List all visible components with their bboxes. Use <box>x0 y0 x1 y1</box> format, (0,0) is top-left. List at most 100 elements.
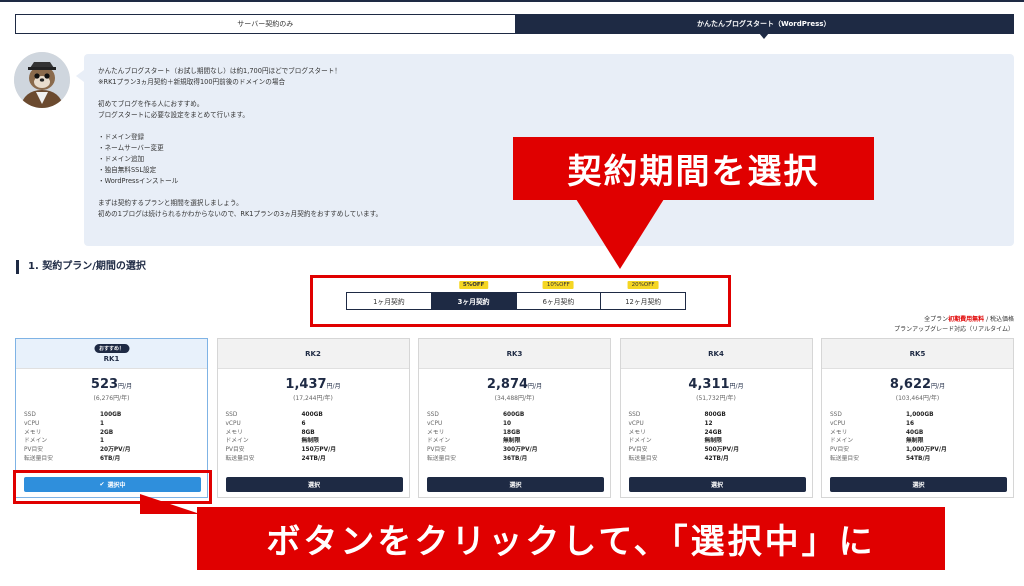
plan-name: RK4 <box>708 349 724 358</box>
price-value: 1,437 <box>285 377 327 392</box>
select-button-rk3[interactable]: 選択 <box>427 477 604 492</box>
plan-specs: SSD 100GB vCPU 1 メモリ 2GB ドメイン 1 PV目安 20万PV/月 … <box>24 411 207 464</box>
spec-value: 無制限 <box>906 438 924 445</box>
spec-label: SSD <box>24 412 36 418</box>
price-value: 8,622 <box>889 377 932 392</box>
spec-label: SSD <box>830 412 842 418</box>
plan-yearly-price: (103,464円/年) <box>895 395 940 402</box>
spec-value: 6TB/月 <box>100 455 121 462</box>
annotation-arrow-down <box>576 199 664 269</box>
spec-value: 100GB <box>100 412 122 418</box>
select-button-rk4[interactable]: 選択 <box>628 477 806 492</box>
plan-price: 523円/月 <box>16 377 207 392</box>
plan-specs: SSD 400GB vCPU 6 メモリ 8GB ドメイン 無制限 PV目安 150万PV… <box>226 411 409 464</box>
plan-yearly-price: (34,488円/年) <box>494 395 535 402</box>
spec-value: 500万PV/月 <box>704 447 740 454</box>
plan-card-header: RK3 <box>419 339 610 369</box>
section-title: 1. 契約プラン/期間の選択 <box>16 260 146 274</box>
tab-server-only[interactable]: サーバー契約のみ <box>16 15 515 33</box>
price-unit: 円/月 <box>118 383 133 390</box>
info-line: ブログスタートに必要な設定をまとめて行います。 <box>98 111 249 119</box>
plan-yearly-price: (6,276円/年) <box>93 395 130 402</box>
price-unit: 円/月 <box>729 383 744 390</box>
plan-yearly-price: (51,732円/年) <box>696 395 736 402</box>
spec-label: ドメイン <box>225 438 249 445</box>
spec-value: 18GB <box>503 429 521 436</box>
spec-label: 転送量目安 <box>830 455 859 462</box>
spec-label: メモリ <box>830 429 848 436</box>
spec-label: ドメイン <box>427 438 451 445</box>
plan-card-header: おすすめ！ RK1 <box>16 339 207 369</box>
notes-highlight: 初期費用無料 <box>948 316 985 323</box>
spec-value: 12 <box>704 420 713 427</box>
spec-label: SSD <box>427 412 439 418</box>
spec-value: 150万PV/月 <box>301 447 337 454</box>
plan-card-header: RK4 <box>620 339 812 369</box>
info-line: 初めの1ブログは続けられるかわからないので、RK1プランの3ヵ月契約をおすすめし… <box>98 210 383 218</box>
spec-label: 転送量目安 <box>24 455 53 462</box>
spec-label: vCPU <box>225 420 241 427</box>
annotation-select-period: 契約期間を選択 <box>513 137 874 200</box>
spec-label: 転送量目安 <box>427 455 456 462</box>
plan-card-rk4: RK4 4,311円/月 (51,732円/年) SSD 800GB vCPU 12… <box>619 338 813 498</box>
plan-card-header: RK5 <box>822 339 1013 369</box>
spec-value: 無制限 <box>301 438 319 445</box>
plan-price: 8,622円/月 <box>822 377 1013 392</box>
mode-tabs: サーバー契約のみ かんたんブログスタート（WordPress） <box>15 14 1014 39</box>
spec-label: PV目安 <box>427 447 447 454</box>
spec-value: 無制限 <box>704 438 722 445</box>
select-button-label: 選択 <box>509 482 522 489</box>
spec-value: 40GB <box>906 429 924 436</box>
spec-value: 無制限 <box>503 438 521 445</box>
info-line: 初めてブログを作る人におすすめ。 <box>98 100 204 108</box>
tab-blog-start[interactable]: かんたんブログスタート（WordPress） <box>514 15 1013 39</box>
spec-value: 800GB <box>704 412 726 418</box>
select-button-label: 選択 <box>710 482 723 489</box>
plan-card-header: RK2 <box>217 339 409 369</box>
select-button-label: 選択 <box>912 482 925 489</box>
spec-value: 36TB/月 <box>503 455 528 462</box>
price-value: 523 <box>90 377 119 392</box>
price-unit: 円/月 <box>326 383 341 390</box>
spec-value: 1,000GB <box>906 412 934 418</box>
spec-label: SSD <box>628 412 641 418</box>
annotation-arrow-pointer <box>140 494 200 514</box>
spec-value: 10 <box>503 420 512 427</box>
spec-label: 転送量目安 <box>225 455 255 462</box>
price-value: 4,311 <box>688 377 730 392</box>
plan-name: RK1 <box>103 354 120 363</box>
spec-value: 1 <box>100 438 105 445</box>
recommended-badge: おすすめ！ <box>93 344 130 353</box>
spec-value: 54TB/月 <box>906 455 931 462</box>
spec-value: 1,000万PV/月 <box>906 447 947 454</box>
select-button-label: 選択 <box>307 482 320 489</box>
spec-label: PV目安 <box>24 447 44 454</box>
spec-label: vCPU <box>628 420 644 427</box>
select-button-rk5[interactable]: 選択 <box>830 477 1007 492</box>
avatar <box>14 52 70 108</box>
spec-label: 転送量目安 <box>628 455 658 462</box>
plan-specs: SSD 1,000GB vCPU 16 メモリ 40GB ドメイン 無制限 PV目安 1,… <box>830 411 1013 464</box>
period-tabs-highlight-frame <box>310 275 731 327</box>
spec-value: 24GB <box>704 429 722 436</box>
spec-label: ドメイン <box>830 438 854 445</box>
spec-value: 42TB/月 <box>704 455 729 462</box>
select-button-rk2[interactable]: 選択 <box>225 477 403 492</box>
notes-prefix: 全プラン <box>924 316 949 323</box>
spec-value: 2GB <box>100 429 114 436</box>
plan-card-rk5: RK5 8,622円/月 (103,464円/年) SSD 1,000GB vCP… <box>821 338 1014 498</box>
plan-specs: SSD 600GB vCPU 10 メモリ 18GB ドメイン 無制限 PV目安 300万… <box>427 411 610 464</box>
spec-label: ドメイン <box>628 438 652 445</box>
plan-specs: SSD 800GB vCPU 12 メモリ 24GB ドメイン 無制限 PV目安 500万… <box>629 411 812 464</box>
spec-value: 1 <box>100 420 105 427</box>
plan-yearly-price: (17,244円/年) <box>293 395 333 402</box>
price-unit: 円/月 <box>528 383 543 390</box>
spec-label: PV目安 <box>628 447 648 454</box>
spec-label: ドメイン <box>24 438 48 445</box>
plan-card-rk2: RK2 1,437円/月 (17,244円/年) SSD 400GB vCPU 6 … <box>216 338 410 498</box>
spec-value: 8GB <box>301 429 315 436</box>
plan-price: 4,311円/月 <box>621 377 812 392</box>
plan-name: RK3 <box>506 349 523 358</box>
spec-label: SSD <box>225 412 238 418</box>
spec-value: 400GB <box>301 412 323 418</box>
